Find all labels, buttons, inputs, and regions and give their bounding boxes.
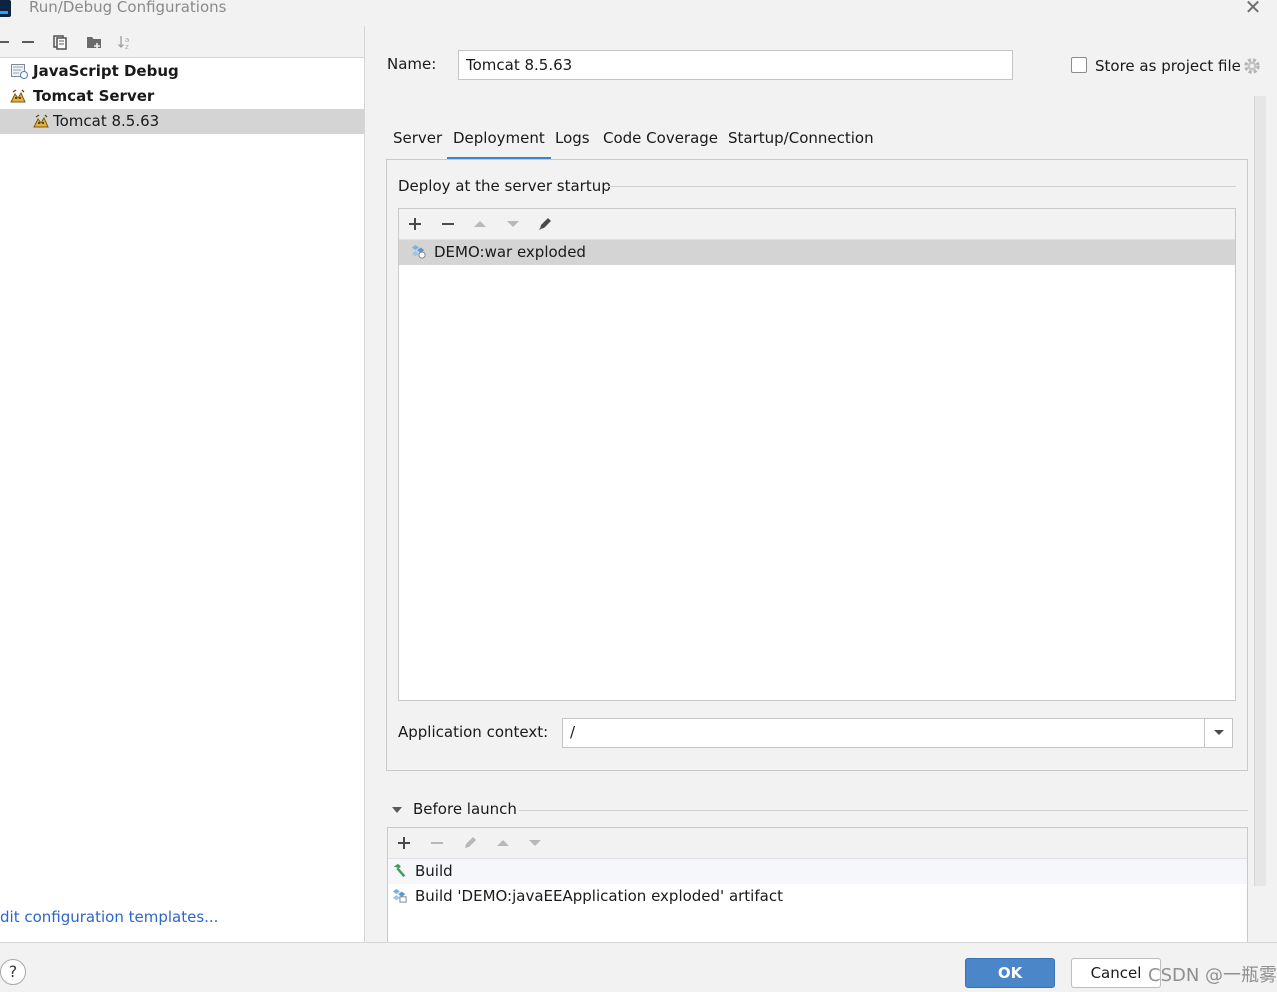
intellij-logo-icon <box>0 0 11 17</box>
tab-code-coverage[interactable]: Code Coverage <box>597 126 724 160</box>
window-title: Run/Debug Configurations <box>29 0 227 16</box>
collapse-triangle-icon[interactable] <box>391 804 403 816</box>
configurations-sidebar: az JavaScript Debug Tomcat Server Tomcat… <box>0 26 365 942</box>
before-launch-toolbar <box>388 828 1247 859</box>
before-launch-list: Build Build 'DEMO:javaEEApplication expl… <box>387 827 1248 947</box>
before-launch-item-label: Build <box>415 862 453 880</box>
help-button[interactable]: ? <box>0 959 26 985</box>
tree-item-tomcat-server[interactable]: Tomcat Server <box>0 84 364 109</box>
before-launch-title: Before launch <box>413 800 517 818</box>
move-up-icon[interactable] <box>469 214 491 234</box>
build-hammer-icon <box>393 863 406 878</box>
remove-icon[interactable] <box>426 833 448 853</box>
javascript-debug-icon <box>11 64 28 79</box>
deploy-toolbar <box>399 209 1235 240</box>
application-context-combobox[interactable]: / <box>562 718 1233 748</box>
edit-icon[interactable] <box>534 214 556 234</box>
add-icon[interactable] <box>404 214 426 234</box>
configuration-tree: JavaScript Debug Tomcat Server Tomcat 8.… <box>0 59 364 134</box>
move-down-icon[interactable] <box>524 833 546 853</box>
before-launch-item-build[interactable]: Build <box>388 859 1247 884</box>
artifact-icon <box>411 244 426 259</box>
tab-startup-connection[interactable]: Startup/Connection <box>722 126 880 160</box>
dialog-button-bar: ? OK Cancel CSDN @一瓶雾汽水 <box>0 942 1277 992</box>
name-input[interactable] <box>458 50 1013 80</box>
tab-server[interactable]: Server <box>387 126 448 160</box>
section-separator <box>519 810 1248 811</box>
section-separator <box>608 186 1236 187</box>
tree-item-label: Tomcat Server <box>33 87 155 105</box>
artifact-label: DEMO:war exploded <box>434 243 586 261</box>
edit-configuration-templates-link[interactable]: dit configuration templates... <box>0 908 218 926</box>
name-label: Name: <box>387 55 437 73</box>
copy-icon[interactable] <box>49 32 71 52</box>
application-context-label: Application context: <box>398 723 549 741</box>
watermark: CSDN @一瓶雾汽水 <box>1148 965 1277 986</box>
artifact-icon <box>392 888 407 903</box>
edit-icon[interactable] <box>459 833 481 853</box>
tab-logs[interactable]: Logs <box>549 126 596 160</box>
before-launch-item-label: Build 'DEMO:javaEEApplication exploded' … <box>415 887 783 905</box>
deploy-section-title: Deploy at the server startup <box>398 177 611 195</box>
tomcat-icon <box>33 114 49 128</box>
chevron-down-icon[interactable] <box>1204 719 1232 747</box>
remove-icon[interactable] <box>437 214 459 234</box>
gear-icon[interactable] <box>1243 57 1261 75</box>
sidebar-toolbar: az <box>0 26 364 58</box>
before-launch-item-artifact[interactable]: Build 'DEMO:javaEEApplication exploded' … <box>388 884 1247 909</box>
title-bar: Run/Debug Configurations ✕ <box>0 0 1277 22</box>
vertical-scrollbar[interactable] <box>1254 96 1266 886</box>
add-icon[interactable] <box>393 833 415 853</box>
ok-button[interactable]: OK <box>965 958 1055 988</box>
move-up-icon[interactable] <box>492 833 514 853</box>
move-down-icon[interactable] <box>502 214 524 234</box>
application-context-value: / <box>570 723 576 741</box>
svg-text:z: z <box>125 43 129 50</box>
deploy-artifacts-list: DEMO:war exploded <box>398 208 1236 701</box>
tree-item-javascript-debug[interactable]: JavaScript Debug <box>0 59 364 84</box>
tomcat-icon <box>10 89 26 103</box>
tree-item-tomcat-8-5-63[interactable]: Tomcat 8.5.63 <box>0 109 364 134</box>
store-as-project-file-checkbox[interactable] <box>1071 57 1087 73</box>
store-as-project-file-label: Store as project file <box>1095 57 1241 75</box>
tree-item-label: JavaScript Debug <box>33 62 179 80</box>
sort-icon[interactable]: az <box>114 32 136 52</box>
close-icon[interactable]: ✕ <box>1244 0 1262 17</box>
remove-icon[interactable] <box>17 32 39 52</box>
folder-icon[interactable] <box>83 32 105 52</box>
artifact-row[interactable]: DEMO:war exploded <box>399 240 1235 265</box>
add-icon[interactable] <box>0 32 14 52</box>
tree-item-label: Tomcat 8.5.63 <box>53 112 160 130</box>
tab-deployment[interactable]: Deployment <box>447 126 551 160</box>
